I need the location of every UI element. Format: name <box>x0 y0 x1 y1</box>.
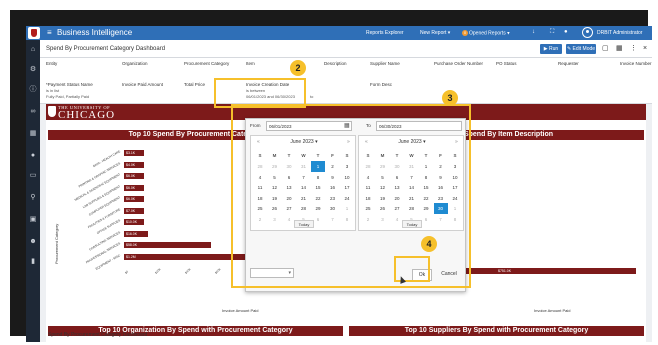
chart1-ylabel: Procurement Category <box>54 223 59 264</box>
chart1-tick-label: $40K <box>184 267 192 275</box>
new-report-label: New Report <box>420 30 447 36</box>
university-seal-icon <box>48 106 56 117</box>
user-icon[interactable]: ● <box>29 152 37 160</box>
chart2-bar-label: $751.0K <box>498 269 512 273</box>
filter-item[interactable]: Item <box>246 61 255 66</box>
download-icon[interactable]: ↓ <box>532 29 535 35</box>
chart1-bar-label: $3.1K <box>126 151 136 155</box>
chart1-bar-label: $6.0K <box>126 197 136 201</box>
user-avatar[interactable] <box>582 27 593 38</box>
edit-mode-button[interactable]: ✎ Edit Mode <box>566 44 596 54</box>
opened-reports-label: Opened Reports <box>469 30 506 37</box>
opened-reports-count: 0 <box>462 30 468 36</box>
chart1-bar-label: $4.0K <box>126 162 136 167</box>
highlight-date-picker <box>231 104 471 288</box>
more-icon[interactable]: ⋮ <box>630 45 637 53</box>
settings-icon[interactable]: ⚙ <box>29 66 37 74</box>
filter-total-price[interactable]: Total Price <box>184 82 205 87</box>
callout-3: 3 <box>442 90 458 106</box>
new-report-menu[interactable]: New Report ▾ <box>420 30 450 36</box>
callout-4: 4 <box>421 236 437 252</box>
document-icon[interactable]: ▮ <box>29 258 37 266</box>
info-icon[interactable]: ⓘ <box>29 86 37 94</box>
home-icon[interactable]: ⌂ <box>29 46 37 54</box>
fullscreen-icon[interactable]: ⛶ <box>550 29 554 36</box>
filter-requester[interactable]: Requester <box>558 61 579 66</box>
chart1-bar-label: $7.0K <box>126 208 136 213</box>
sidebar: ⌂ ⚙ ⓘ ∞ ▦ ● ▭ ⚲ ▣ ☻ ▮ <box>26 40 40 342</box>
filter-po-number[interactable]: Purchase Order Number <box>434 61 483 66</box>
chart1-tick-label: $0 <box>124 269 130 275</box>
filter-po-status[interactable]: PO Status <box>496 61 517 66</box>
app-title: Business Intelligence <box>57 28 133 37</box>
close-icon[interactable]: × <box>643 45 647 53</box>
chart2-bar-label: $130.0K <box>498 257 512 261</box>
top-bar: ≡ Business Intelligence Reports Explorer… <box>26 26 652 40</box>
callout-2: 2 <box>290 60 306 76</box>
filter-entity[interactable]: Entity <box>46 61 57 66</box>
filter-description[interactable]: Description <box>324 61 347 66</box>
dashboard-header: Spend By Procurement Category Dashboard … <box>40 40 652 58</box>
filter-invoice-paid-amount[interactable]: Invoice Paid Amount <box>122 82 163 87</box>
chart1-bar-label: $6.0K <box>126 174 136 178</box>
monitor-icon[interactable]: ▭ <box>29 172 37 180</box>
payment-status-operator: is in list <box>46 88 60 93</box>
filter-form-desc[interactable]: Form Desc <box>370 82 392 87</box>
chart1-bar-label: $6.0K <box>126 185 136 190</box>
bell-icon[interactable]: ● <box>564 29 568 35</box>
run-button[interactable]: ▶ Run <box>540 44 562 54</box>
chart1-bar-label: $10.0K <box>126 220 138 224</box>
hamburger-icon[interactable]: ≡ <box>47 28 52 37</box>
filter-payment-status[interactable]: *Payment Status Name <box>46 82 93 87</box>
chart1-tick-label: $20K <box>154 267 162 275</box>
chart2-bar-label: $130.0K <box>498 245 512 249</box>
reports-explorer-link[interactable]: Reports Explorer <box>366 30 404 36</box>
filter-organization[interactable]: Organization <box>122 61 148 66</box>
user-name[interactable]: DRBIT Administrator <box>597 30 642 36</box>
binoculars-icon[interactable]: ∞ <box>29 108 37 116</box>
filter-panel: Entity Organization Procurement Category… <box>40 58 652 104</box>
chart1-xlabel: Invoice Amount Paid <box>222 308 259 313</box>
gallery-icon[interactable]: ▣ <box>29 216 37 224</box>
run-label: Run <box>549 46 559 52</box>
chart1-bar-label: $1.2M <box>126 254 136 259</box>
screenshot-frame: ≡ Business Intelligence Reports Explorer… <box>10 10 652 342</box>
app-window: ≡ Business Intelligence Reports Explorer… <box>26 26 652 342</box>
filter-supplier-name[interactable]: Supplier Name <box>370 61 400 66</box>
invoice-creation-extra: to <box>310 94 314 99</box>
grid-icon[interactable]: ▦ <box>616 45 623 53</box>
edit-mode-label: Edit Mode <box>572 46 596 52</box>
org-chart-icon[interactable]: ▦ <box>29 130 37 138</box>
copy-icon[interactable]: ▢ <box>602 45 609 53</box>
app-logo[interactable] <box>28 27 40 39</box>
users-icon[interactable]: ☻ <box>29 238 37 246</box>
analytics-icon[interactable]: ⚲ <box>29 194 37 202</box>
university-name-big: CHICAGO <box>58 109 116 121</box>
opened-reports-menu[interactable]: 0 Opened Reports ▾ <box>462 30 510 36</box>
chart1-tick-label: $60K <box>214 267 222 275</box>
chart1-bar-label: $58.0K <box>126 243 138 247</box>
filter-procurement-category[interactable]: Procurement Category <box>184 61 229 66</box>
payment-status-value: Fully Paid, Partially Paid <box>46 94 90 99</box>
chart4-title: Top 10 Suppliers By Spend with Procureme… <box>349 326 644 336</box>
page-title: Spend By Procurement Category Dashboard <box>46 46 166 52</box>
filter-invoice-number[interactable]: Invoice Number <box>620 61 652 66</box>
chart1-bar-label: $16.0K <box>126 231 138 236</box>
report-footer: Spend By Procurement Category Dashboard <box>48 332 148 338</box>
chart2-xlabel: Invoice Amount Paid <box>534 308 571 313</box>
